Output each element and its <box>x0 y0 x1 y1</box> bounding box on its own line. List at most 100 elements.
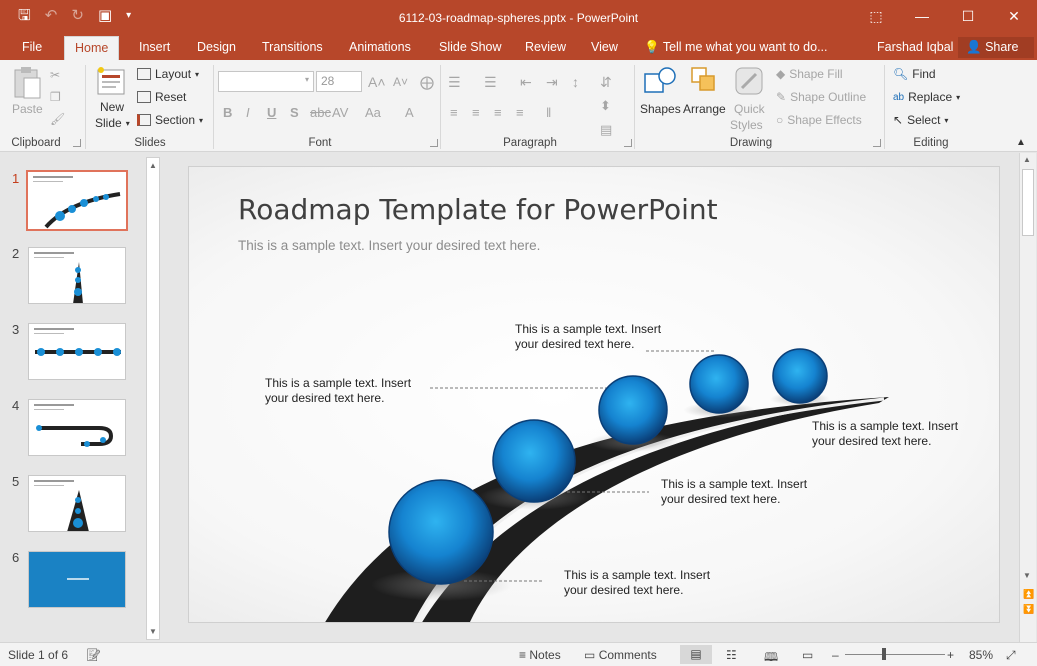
arrange-icon[interactable] <box>690 66 722 98</box>
scroll-down-icon[interactable]: ▼ <box>149 627 157 636</box>
format-painter-icon[interactable]: 🖌 <box>50 112 65 126</box>
tab-insert[interactable]: Insert <box>129 36 180 60</box>
scroll-up-icon[interactable]: ▲ <box>1023 155 1031 164</box>
notes-button[interactable]: ≡ Notes <box>519 648 561 662</box>
scroll-down-icon[interactable]: ▼ <box>1023 571 1031 580</box>
quick-styles-label-2[interactable]: Styles <box>730 118 763 132</box>
quick-styles-icon[interactable] <box>734 66 766 98</box>
roadmap-sphere[interactable] <box>772 348 828 404</box>
tab-animations[interactable]: Animations <box>339 36 421 60</box>
find-button[interactable]: 🔍︎ Find <box>893 67 936 81</box>
paste-button[interactable]: Paste <box>12 102 43 116</box>
next-slide-icon[interactable]: ⏬ <box>1023 604 1034 615</box>
paste-icon[interactable] <box>12 66 42 100</box>
tab-home[interactable]: Home <box>64 36 120 61</box>
character-spacing-icon[interactable]: AV <box>332 105 348 120</box>
shape-outline-button[interactable]: ✎ Shape Outline <box>776 90 866 104</box>
shadow-icon[interactable]: S <box>290 105 299 120</box>
new-slide-icon[interactable] <box>96 66 126 98</box>
select-button[interactable]: ↖ Select ▾ <box>893 113 948 127</box>
shape-effects-button[interactable]: ○ Shape Effects <box>776 113 862 127</box>
line-spacing-icon[interactable]: ↕ <box>572 74 579 90</box>
roadmap-sphere[interactable] <box>689 354 749 414</box>
slide-title[interactable]: Roadmap Template for PowerPoint <box>238 193 718 226</box>
tab-slide-show[interactable]: Slide Show <box>429 36 512 60</box>
shape-fill-button[interactable]: ◆ Shape Fill <box>776 67 843 81</box>
paragraph-launcher-icon[interactable] <box>624 139 632 147</box>
cut-icon[interactable]: ✂ <box>50 68 60 82</box>
callout-text[interactable]: This is a sample text. Insert your desir… <box>515 322 685 352</box>
slide-thumbnail-1[interactable] <box>26 170 128 231</box>
callout-text[interactable]: This is a sample text. Insert your desir… <box>265 376 435 406</box>
font-color-icon[interactable]: A <box>405 105 414 120</box>
roadmap-sphere[interactable] <box>388 479 494 585</box>
copy-icon[interactable]: ❐ <box>50 90 61 104</box>
callout-text[interactable]: This is a sample text. Insert your desir… <box>812 419 982 449</box>
align-text-icon[interactable]: ⬍ <box>600 98 611 114</box>
scroll-thumb[interactable] <box>1022 169 1034 236</box>
slide-thumbnail-3[interactable] <box>28 323 126 380</box>
replace-button[interactable]: ab Replace ▾ <box>893 90 960 104</box>
bullets-icon[interactable]: ☰ <box>448 74 461 91</box>
slide-canvas[interactable]: Roadmap Template for PowerPoint This is … <box>188 166 1000 623</box>
scroll-up-icon[interactable]: ▲ <box>149 161 157 170</box>
grow-font-icon[interactable]: A˄ <box>368 74 386 90</box>
font-name-input[interactable] <box>218 71 314 92</box>
tab-file[interactable]: File <box>12 36 52 60</box>
reading-view-icon[interactable]: 🕮︎ <box>764 648 778 666</box>
section-button[interactable]: Section ▾ <box>137 113 203 127</box>
strikethrough-icon[interactable]: abc <box>310 105 331 120</box>
slide-thumbnail-4[interactable] <box>28 399 126 456</box>
shapes-button[interactable]: Shapes <box>640 102 681 116</box>
align-center-icon[interactable]: ≡ <box>472 105 480 120</box>
close-icon[interactable]: ✕ <box>991 0 1037 32</box>
reset-button[interactable]: Reset <box>137 90 186 104</box>
roadmap-sphere[interactable] <box>598 375 668 445</box>
align-left-icon[interactable]: ≡ <box>450 105 458 120</box>
normal-view-icon[interactable]: ▤ <box>680 645 712 664</box>
numbering-icon[interactable]: ☰ <box>484 74 497 91</box>
arrange-button[interactable]: Arrange <box>683 102 726 116</box>
slide-scrollbar[interactable]: ▲ ▼ ⏫ ⏬ <box>1019 153 1036 642</box>
slide-subtitle[interactable]: This is a sample text. Insert your desir… <box>238 238 540 253</box>
minimize-icon[interactable]: — <box>899 0 945 32</box>
zoom-level[interactable]: 85% <box>969 648 993 662</box>
underline-icon[interactable]: U <box>267 105 276 120</box>
font-launcher-icon[interactable] <box>430 139 438 147</box>
comments-button[interactable]: ▭ Comments <box>584 648 657 662</box>
zoom-slider[interactable] <box>845 654 945 655</box>
shapes-icon[interactable] <box>643 66 677 98</box>
new-slide-label-1[interactable]: New <box>100 100 124 114</box>
slide-thumbnail-6[interactable] <box>28 551 126 608</box>
callout-text[interactable]: This is a sample text. Insert your desir… <box>661 477 831 507</box>
slide-show-icon[interactable]: ▭ <box>802 648 813 662</box>
collapse-ribbon-icon[interactable]: ▲ <box>1016 137 1026 148</box>
decrease-indent-icon[interactable]: ⇤ <box>520 74 532 91</box>
ribbon-display-icon[interactable]: ⬚ <box>853 0 899 32</box>
tab-review[interactable]: Review <box>515 36 576 60</box>
share-button[interactable]: 👤 Share <box>958 37 1034 58</box>
drawing-launcher-icon[interactable] <box>873 139 881 147</box>
columns-icon[interactable]: ‖ <box>546 105 551 120</box>
layout-button[interactable]: Layout ▾ <box>137 67 199 81</box>
slide-sorter-icon[interactable]: ☷ <box>726 648 737 662</box>
callout-text[interactable]: This is a sample text. Insert your desir… <box>564 568 734 598</box>
shrink-font-icon[interactable]: A˅ <box>393 75 408 89</box>
change-case-icon[interactable]: Aa <box>365 105 381 120</box>
increase-indent-icon[interactable]: ⇥ <box>546 74 558 91</box>
bold-icon[interactable]: B <box>223 105 232 120</box>
fit-to-window-icon[interactable]: ⤢ <box>1006 648 1016 663</box>
font-size-input[interactable]: 28 <box>316 71 362 92</box>
smartart-icon[interactable]: ▤ <box>600 122 612 138</box>
quick-styles-label-1[interactable]: Quick <box>734 102 765 116</box>
slide-thumbnail-2[interactable] <box>28 247 126 304</box>
tab-design[interactable]: Design <box>187 36 246 60</box>
text-direction-icon[interactable]: ⇵ <box>600 74 612 91</box>
zoom-out-icon[interactable]: – <box>832 648 839 662</box>
clear-formatting-icon[interactable]: ⨁ <box>420 74 434 91</box>
roadmap-sphere[interactable] <box>492 419 576 503</box>
align-right-icon[interactable]: ≡ <box>494 105 502 120</box>
new-slide-button[interactable]: Slide ▾ <box>95 116 130 130</box>
spelling-icon[interactable]: 📝︎ <box>86 648 101 662</box>
slide-thumbnail-5[interactable] <box>28 475 126 532</box>
